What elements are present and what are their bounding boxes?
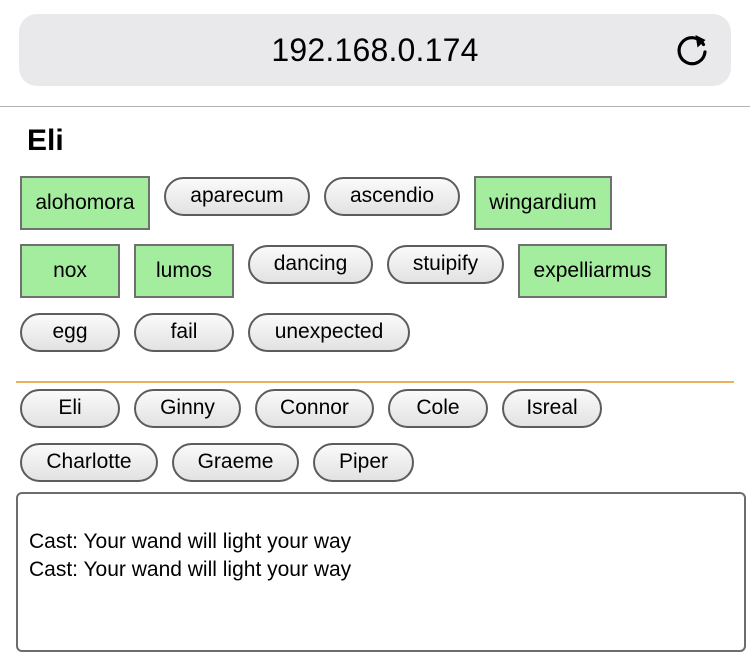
spell-button-nox[interactable]: nox xyxy=(20,244,120,298)
spell-button-stuipify[interactable]: stuipify xyxy=(387,245,504,284)
spell-button-fail[interactable]: fail xyxy=(134,313,234,352)
player-button-charlotte[interactable]: Charlotte xyxy=(20,443,158,482)
spell-button-wingardium[interactable]: wingardium xyxy=(474,176,612,230)
spell-button-unexpected[interactable]: unexpected xyxy=(248,313,410,352)
reload-icon[interactable] xyxy=(672,31,712,71)
spell-button-lumos[interactable]: lumos xyxy=(134,244,234,298)
player-button-connor[interactable]: Connor xyxy=(255,389,374,428)
cast-log[interactable]: Cast: Your wand will light your way Cast… xyxy=(16,492,746,652)
spell-button-ascendio[interactable]: ascendio xyxy=(324,177,460,216)
section-divider xyxy=(16,381,734,383)
spell-button-dancing[interactable]: dancing xyxy=(248,245,373,284)
log-line: Cast: Your wand will light your way xyxy=(29,530,352,553)
player-button-isreal[interactable]: Isreal xyxy=(502,389,602,428)
address-bar[interactable]: 192.168.0.174 xyxy=(19,14,731,86)
spell-button-egg[interactable]: egg xyxy=(20,313,120,352)
player-button-ginny[interactable]: Ginny xyxy=(134,389,241,428)
log-line: Cast: Your wand will light your way xyxy=(29,558,352,581)
player-heading: Eli xyxy=(27,124,64,157)
player-button-cole[interactable]: Cole xyxy=(388,389,488,428)
url-text[interactable]: 192.168.0.174 xyxy=(19,14,731,86)
player-button-graeme[interactable]: Graeme xyxy=(172,443,299,482)
spell-button-expelliarmus[interactable]: expelliarmus xyxy=(518,244,667,298)
spell-button-alohomora[interactable]: alohomora xyxy=(20,176,150,230)
browser-toolbar: 192.168.0.174 xyxy=(0,0,750,107)
player-button-eli[interactable]: Eli xyxy=(20,389,120,428)
player-button-piper[interactable]: Piper xyxy=(313,443,414,482)
spell-button-aparecum[interactable]: aparecum xyxy=(164,177,310,216)
